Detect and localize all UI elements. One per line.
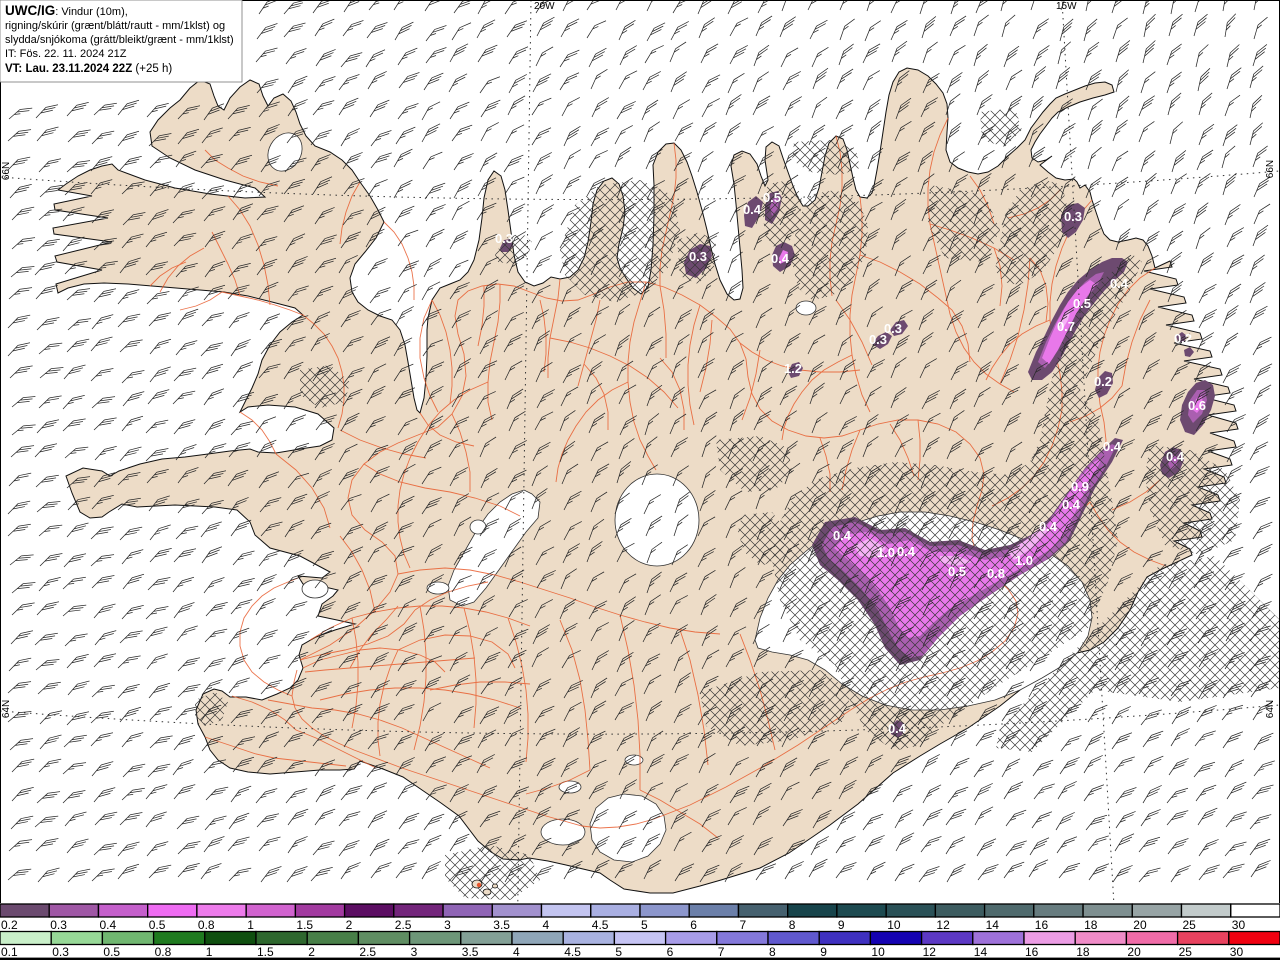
svg-text:2.5: 2.5 xyxy=(395,918,412,932)
svg-text:9: 9 xyxy=(838,918,845,932)
svg-text:0.4: 0.4 xyxy=(1166,449,1185,464)
svg-text:0.4: 0.4 xyxy=(833,528,852,543)
svg-text:0.4: 0.4 xyxy=(1103,439,1122,454)
svg-text:1.0: 1.0 xyxy=(877,545,895,560)
svg-text:0.5: 0.5 xyxy=(149,918,166,932)
svg-text:8: 8 xyxy=(789,918,796,932)
svg-text:4: 4 xyxy=(513,945,520,959)
svg-text:16: 16 xyxy=(1025,945,1039,959)
svg-text:0.3: 0.3 xyxy=(52,945,69,959)
svg-text:0.4: 0.4 xyxy=(897,544,916,559)
svg-text:0.3: 0.3 xyxy=(689,249,707,264)
svg-text:3.5: 3.5 xyxy=(462,945,479,959)
svg-text:10: 10 xyxy=(887,918,901,932)
svg-text:7: 7 xyxy=(718,945,725,959)
svg-text:10: 10 xyxy=(871,945,885,959)
svg-text:66N: 66N xyxy=(1,162,12,180)
svg-text:64N: 64N xyxy=(1265,700,1276,718)
svg-text:UWC/IG: Vindur (10m),: UWC/IG: Vindur (10m), xyxy=(5,3,128,18)
svg-text:0.4: 0.4 xyxy=(1110,276,1129,291)
svg-text:0.5: 0.5 xyxy=(763,190,781,205)
svg-text:12: 12 xyxy=(936,918,950,932)
svg-text:6: 6 xyxy=(667,945,674,959)
svg-text:4: 4 xyxy=(543,918,550,932)
svg-text:0.3: 0.3 xyxy=(1064,209,1082,224)
svg-text:25: 25 xyxy=(1183,918,1197,932)
svg-text:IT: Fös. 22. 11. 2024 21Z: IT: Fös. 22. 11. 2024 21Z xyxy=(5,48,127,60)
svg-text:1.0: 1.0 xyxy=(1015,553,1033,568)
svg-text:18: 18 xyxy=(1076,945,1090,959)
svg-text:66N: 66N xyxy=(1265,160,1276,178)
svg-text:14: 14 xyxy=(974,945,988,959)
svg-text:14: 14 xyxy=(986,918,1000,932)
svg-text:0.9: 0.9 xyxy=(1071,479,1089,494)
svg-text:1.5: 1.5 xyxy=(257,945,274,959)
svg-text:slydda/snjókoma (grátt/bleikt/: slydda/snjókoma (grátt/bleikt/grænt - mm… xyxy=(5,34,234,46)
svg-text:4.5: 4.5 xyxy=(592,918,609,932)
svg-text:0.6: 0.6 xyxy=(1188,398,1206,413)
svg-text:2: 2 xyxy=(308,945,315,959)
svg-text:0.8: 0.8 xyxy=(198,918,215,932)
svg-text:0.4: 0.4 xyxy=(1062,497,1081,512)
svg-text:0.5: 0.5 xyxy=(103,945,120,959)
svg-text:0.4: 0.4 xyxy=(888,721,907,736)
svg-text:16: 16 xyxy=(1035,918,1049,932)
svg-text:0.2: 0.2 xyxy=(1094,374,1112,389)
svg-text:0.4: 0.4 xyxy=(1039,519,1058,534)
svg-text:3.5: 3.5 xyxy=(493,918,510,932)
svg-text:0.2: 0.2 xyxy=(1174,331,1192,346)
svg-text:4.5: 4.5 xyxy=(564,945,581,959)
svg-text:7: 7 xyxy=(740,918,747,932)
svg-text:64N: 64N xyxy=(1,700,12,718)
svg-text:1: 1 xyxy=(247,918,254,932)
svg-text:30: 30 xyxy=(1232,918,1246,932)
svg-text:0.8: 0.8 xyxy=(155,945,172,959)
svg-text:25: 25 xyxy=(1179,945,1193,959)
svg-text:0.4: 0.4 xyxy=(771,251,790,266)
svg-text:2: 2 xyxy=(346,918,353,932)
svg-text:0.7: 0.7 xyxy=(1057,319,1075,334)
svg-text:0.4: 0.4 xyxy=(100,918,117,932)
svg-text:0.1: 0.1 xyxy=(1,945,18,959)
svg-text:5: 5 xyxy=(615,945,622,959)
svg-text:0.2: 0.2 xyxy=(1,918,18,932)
svg-text:30: 30 xyxy=(1230,945,1244,959)
svg-text:0.5: 0.5 xyxy=(948,564,966,579)
svg-text:1.2: 1.2 xyxy=(784,361,802,376)
svg-text:20: 20 xyxy=(1127,945,1141,959)
svg-text:VT: Lau. 23.11.2024 22Z (+25 h: VT: Lau. 23.11.2024 22Z (+25 h) xyxy=(5,63,172,75)
svg-text:15W: 15W xyxy=(1056,1,1077,12)
svg-text:0.3: 0.3 xyxy=(50,918,67,932)
svg-text:3: 3 xyxy=(411,945,418,959)
svg-text:1: 1 xyxy=(206,945,213,959)
svg-text:0.3: 0.3 xyxy=(495,231,513,246)
svg-text:5: 5 xyxy=(641,918,648,932)
svg-text:1.5: 1.5 xyxy=(296,918,313,932)
svg-text:0.3: 0.3 xyxy=(869,332,887,347)
svg-text:0.4: 0.4 xyxy=(743,202,762,217)
svg-text:6: 6 xyxy=(690,918,697,932)
svg-text:0.5: 0.5 xyxy=(1073,296,1091,311)
svg-text:9: 9 xyxy=(820,945,827,959)
svg-text:20W: 20W xyxy=(534,1,555,12)
svg-text:3: 3 xyxy=(444,918,451,932)
svg-text:18: 18 xyxy=(1084,918,1098,932)
svg-text:0.8: 0.8 xyxy=(987,566,1005,581)
svg-text:12: 12 xyxy=(923,945,937,959)
svg-text:2.5: 2.5 xyxy=(359,945,376,959)
svg-text:rigning/skúrir (grænt/blátt/ra: rigning/skúrir (grænt/blátt/rautt - mm/1… xyxy=(5,20,225,32)
svg-text:20: 20 xyxy=(1133,918,1147,932)
svg-text:8: 8 xyxy=(769,945,776,959)
